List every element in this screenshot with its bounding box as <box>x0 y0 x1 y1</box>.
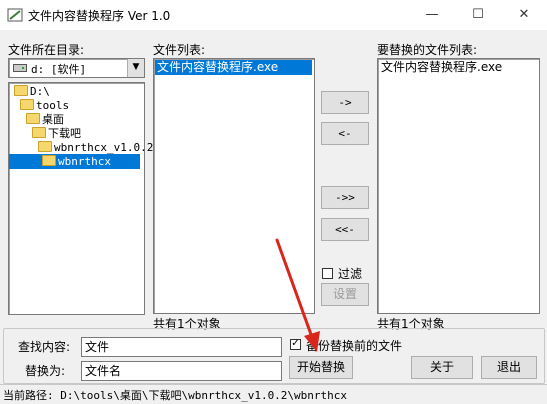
tree-item[interactable]: 桌面 <box>24 112 66 127</box>
add-all-button[interactable]: ->> <box>321 186 369 209</box>
about-button[interactable]: 关于 <box>411 356 473 379</box>
find-input[interactable]: 文件 <box>81 337 282 357</box>
find-label: 查找内容: <box>18 340 71 354</box>
filter-checkbox[interactable] <box>322 268 333 279</box>
filter-label: 过滤 <box>338 267 363 281</box>
exit-button[interactable]: 退出 <box>481 356 537 379</box>
status-path: 当前路径: D:\tools\桌面\下载吧\wbnrthcx_v1.0.2\wb… <box>3 389 348 402</box>
replace-label: 替换为: <box>25 364 66 378</box>
remove-button[interactable]: <- <box>321 122 369 145</box>
remove-all-button[interactable]: <<- <box>321 218 369 241</box>
minimize-button[interactable]: — <box>409 0 455 30</box>
start-replace-button[interactable]: 开始替换 <box>289 356 353 379</box>
replace-list-label: 要替换的文件列表: <box>377 43 478 57</box>
list-item[interactable]: 文件内容替换程序.exe <box>379 60 504 75</box>
dir-label: 文件所在目录: <box>8 43 85 57</box>
directory-tree[interactable]: D:\ tools 桌面 下载吧 wbnrthcx_v1.0.2 wbnrthc… <box>8 82 153 315</box>
folder-icon <box>26 113 40 124</box>
add-button[interactable]: -> <box>321 91 369 114</box>
tree-item[interactable]: 下载吧 <box>30 126 83 141</box>
folder-icon <box>20 99 34 110</box>
replace-file-list[interactable]: 文件内容替换程序.exe <box>377 58 540 314</box>
window-title: 文件内容替换程序 Ver 1.0 <box>28 9 171 23</box>
replace-input[interactable]: 文件名 <box>81 361 282 381</box>
drive-icon <box>13 64 27 72</box>
tree-item[interactable]: tools <box>18 98 71 113</box>
tree-item[interactable]: wbnrthcx_v1.0.2 <box>36 140 155 155</box>
tree-item[interactable]: D:\ <box>12 84 52 99</box>
file-list[interactable]: 文件内容替换程序.exe <box>153 58 315 314</box>
maximize-button[interactable]: ☐ <box>455 0 501 30</box>
backup-label: 备份替换前的文件 <box>306 339 403 353</box>
folder-open-icon <box>42 155 56 166</box>
file-list-label: 文件列表: <box>153 43 206 57</box>
app-icon <box>7 8 23 22</box>
tree-item-selected[interactable]: wbnrthcx <box>9 154 140 169</box>
drive-select[interactable]: d: [软件] ▼ <box>8 58 145 78</box>
chevron-down-icon[interactable]: ▼ <box>127 59 144 77</box>
folder-icon <box>14 85 28 96</box>
status-bar: 当前路径: D:\tools\桌面\下载吧\wbnrthcx_v1.0.2\wb… <box>0 384 547 404</box>
close-button[interactable]: ✕ <box>501 0 547 30</box>
drive-value: d: [软件] <box>31 63 87 76</box>
list-item[interactable]: 文件内容替换程序.exe <box>155 60 312 75</box>
folder-icon <box>32 127 46 138</box>
settings-button[interactable]: 设置 <box>321 283 369 306</box>
folder-icon <box>38 141 52 152</box>
backup-checkbox[interactable]: ✓ <box>290 339 301 350</box>
